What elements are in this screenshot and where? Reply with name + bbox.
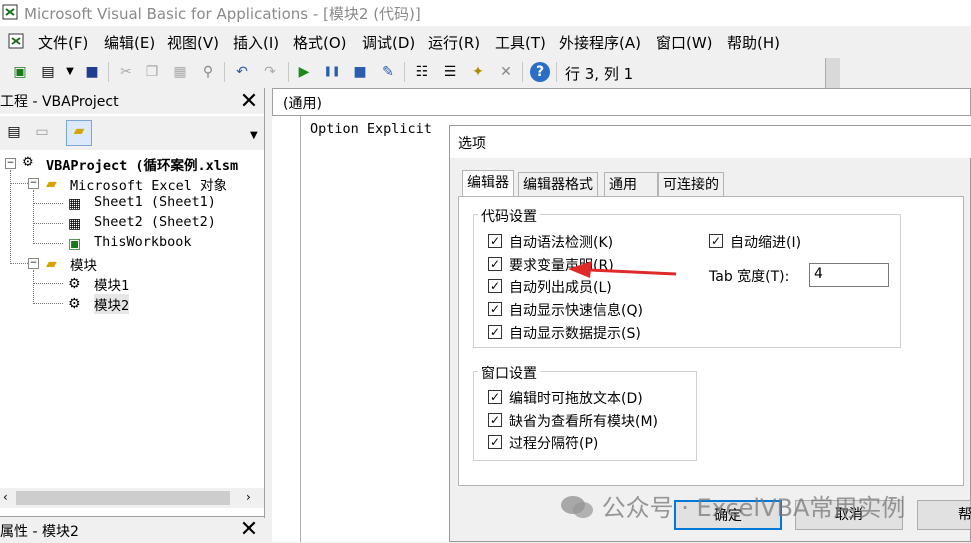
collapse-toggle[interactable]: −	[28, 178, 39, 189]
tab-width-label: Tab 宽度(T):	[709, 269, 790, 285]
menu-window[interactable]: 窗口(W)	[656, 32, 713, 53]
scroll-left-icon[interactable]: ‹	[3, 490, 8, 504]
checkmark-icon: ✓	[488, 325, 502, 339]
scroll-right-icon[interactable]: ›	[246, 490, 251, 504]
undo-icon[interactable]: ↶	[232, 62, 252, 82]
tree-sheet2[interactable]: Sheet2 (Sheet2)	[94, 214, 216, 230]
chevron-down-icon[interactable]: ▼	[60, 62, 80, 82]
collapse-toggle[interactable]: −	[5, 158, 16, 169]
object-browser-icon[interactable]: ✦	[468, 62, 488, 82]
folder-icon: ▰	[46, 256, 57, 272]
tree-modules[interactable]: 模块	[70, 254, 97, 274]
title-bar: Microsoft Visual Basic for Applications …	[0, 0, 971, 26]
excel-view-icon[interactable]: ▣	[10, 62, 30, 82]
tree-sheet1[interactable]: Sheet1 (Sheet1)	[94, 194, 216, 210]
window-settings-label: 窗口设置	[478, 363, 540, 383]
stop-icon[interactable]: ■	[350, 62, 370, 82]
collapse-toggle[interactable]: −	[28, 258, 39, 269]
menu-bar: 文件(F) 编辑(E) 视图(V) 插入(I) 格式(O) 调试(D) 运行(R…	[0, 26, 971, 56]
run-icon[interactable]: ▶	[294, 62, 314, 82]
tab-editor[interactable]: 编辑器	[462, 170, 514, 197]
menu-view[interactable]: 视图(V)	[167, 32, 219, 53]
project-explorer-toolbar: ▤ ▭ ▰ ▼	[0, 116, 264, 150]
tab-editor-format[interactable]: 编辑器格式	[518, 172, 598, 196]
tree-module2[interactable]: 模块2	[94, 294, 130, 314]
checkmark-icon: ✓	[488, 413, 502, 427]
vba-app-icon	[2, 4, 18, 20]
menu-tools[interactable]: 工具(T)	[495, 32, 546, 53]
checkmark-icon: ✓	[488, 435, 502, 449]
checkmark-icon: ✓	[488, 302, 502, 316]
pause-icon[interactable]: ❚❚	[322, 62, 342, 82]
properties-window-icon[interactable]: ☰	[440, 62, 460, 82]
checkmark-icon: ✓	[488, 279, 502, 293]
cursor-position: 行 3, 列 1	[565, 65, 634, 83]
workbook-icon: ▣	[68, 236, 82, 252]
checkmark-icon: ✓	[488, 257, 502, 271]
menu-edit[interactable]: 编辑(E)	[104, 32, 155, 53]
menu-file[interactable]: 文件(F)	[38, 32, 88, 53]
module-icon: ⚙	[68, 276, 81, 292]
menu-format[interactable]: 格式(O)	[293, 32, 347, 53]
vbaproject-icon: ⚙	[22, 155, 34, 170]
code-settings-label: 代码设置	[478, 206, 540, 226]
folder-icon: ▰	[46, 176, 57, 192]
project-explorer-header: 工程 - VBAProject ✕	[0, 88, 264, 114]
checkmark-icon: ✓	[488, 234, 502, 248]
properties-title: 属性 - 模块2	[0, 524, 79, 540]
cut-icon[interactable]: ✂	[116, 62, 136, 82]
paste-icon[interactable]: ▦	[170, 62, 190, 82]
red-arrow-annotation	[568, 261, 677, 278]
tree-thisworkbook[interactable]: ThisWorkbook	[94, 234, 192, 250]
menu-insert[interactable]: 插入(I)	[233, 32, 279, 53]
help-button[interactable]: 帮	[917, 500, 971, 530]
menu-run[interactable]: 运行(R)	[428, 32, 480, 53]
project-explorer-icon[interactable]: ☷	[412, 62, 432, 82]
view-object-icon[interactable]: ▭	[32, 122, 52, 142]
tab-docking[interactable]: 可连接的	[658, 172, 724, 196]
toolbar-options-grip[interactable]	[825, 58, 840, 88]
object-combobox-value: (通用)	[283, 96, 322, 112]
wechat-icon	[560, 494, 594, 520]
dialog-title-bar: 选项	[450, 126, 971, 158]
tab-general[interactable]: 通用	[604, 172, 658, 196]
module-icon: ⚙	[68, 296, 81, 312]
window-title: Microsoft Visual Basic for Applications …	[24, 5, 421, 23]
checkmark-icon: ✓	[488, 390, 502, 404]
find-icon[interactable]: ⚲	[198, 62, 218, 82]
tree-root-project[interactable]: VBAProject (循环案例.xlsm	[46, 154, 238, 174]
design-mode-icon[interactable]: ✎	[378, 62, 398, 82]
code-line[interactable]: Option Explicit	[310, 121, 432, 137]
toolbox-icon[interactable]: ✕	[496, 62, 516, 82]
horizontal-scrollbar[interactable]: ‹ ›	[0, 488, 264, 508]
properties-header: 属性 - 模块2 ✕	[0, 516, 264, 543]
project-explorer-title: 工程 - VBAProject	[0, 94, 119, 110]
watermark: 公众号 · ExcelVBA常用实例	[560, 488, 905, 523]
help-icon[interactable]: ?	[530, 62, 550, 82]
scrollbar-thumb[interactable]	[16, 491, 230, 505]
close-icon[interactable]: ✕	[238, 519, 260, 541]
checkmark-icon: ✓	[709, 234, 723, 248]
code-margin	[272, 116, 301, 542]
toggle-folders-icon[interactable]: ▰	[66, 120, 92, 146]
tab-width-input[interactable]: 4	[809, 263, 889, 287]
tree-excel-objects[interactable]: Microsoft Excel 对象	[70, 174, 227, 194]
document-menu-icon[interactable]	[6, 32, 28, 50]
view-code-icon[interactable]: ▤	[4, 122, 24, 142]
chevron-down-icon[interactable]: ▼	[250, 130, 258, 141]
worksheet-icon: ▦	[68, 216, 82, 232]
redo-icon[interactable]: ↷	[260, 62, 280, 82]
menu-addins[interactable]: 外接程序(A)	[559, 32, 641, 53]
worksheet-icon: ▦	[68, 196, 82, 212]
dialog-title: 选项	[458, 136, 486, 152]
copy-icon[interactable]: ❐	[142, 62, 162, 82]
close-icon[interactable]: ✕	[238, 91, 260, 113]
menu-debug[interactable]: 调试(D)	[362, 32, 415, 53]
standard-toolbar: ▣ ▤ ▼ ■ ✂ ❐ ▦ ⚲ ↶ ↷ ▶ ❚❚ ■ ✎ ☷ ☰ ✦ ✕ ?	[0, 56, 840, 88]
object-combobox[interactable]: (通用)	[272, 88, 971, 116]
insert-userform-icon[interactable]: ▤	[38, 62, 58, 82]
menu-help[interactable]: 帮助(H)	[727, 32, 780, 53]
tree-module1[interactable]: 模块1	[94, 274, 129, 294]
save-icon[interactable]: ■	[82, 62, 102, 82]
